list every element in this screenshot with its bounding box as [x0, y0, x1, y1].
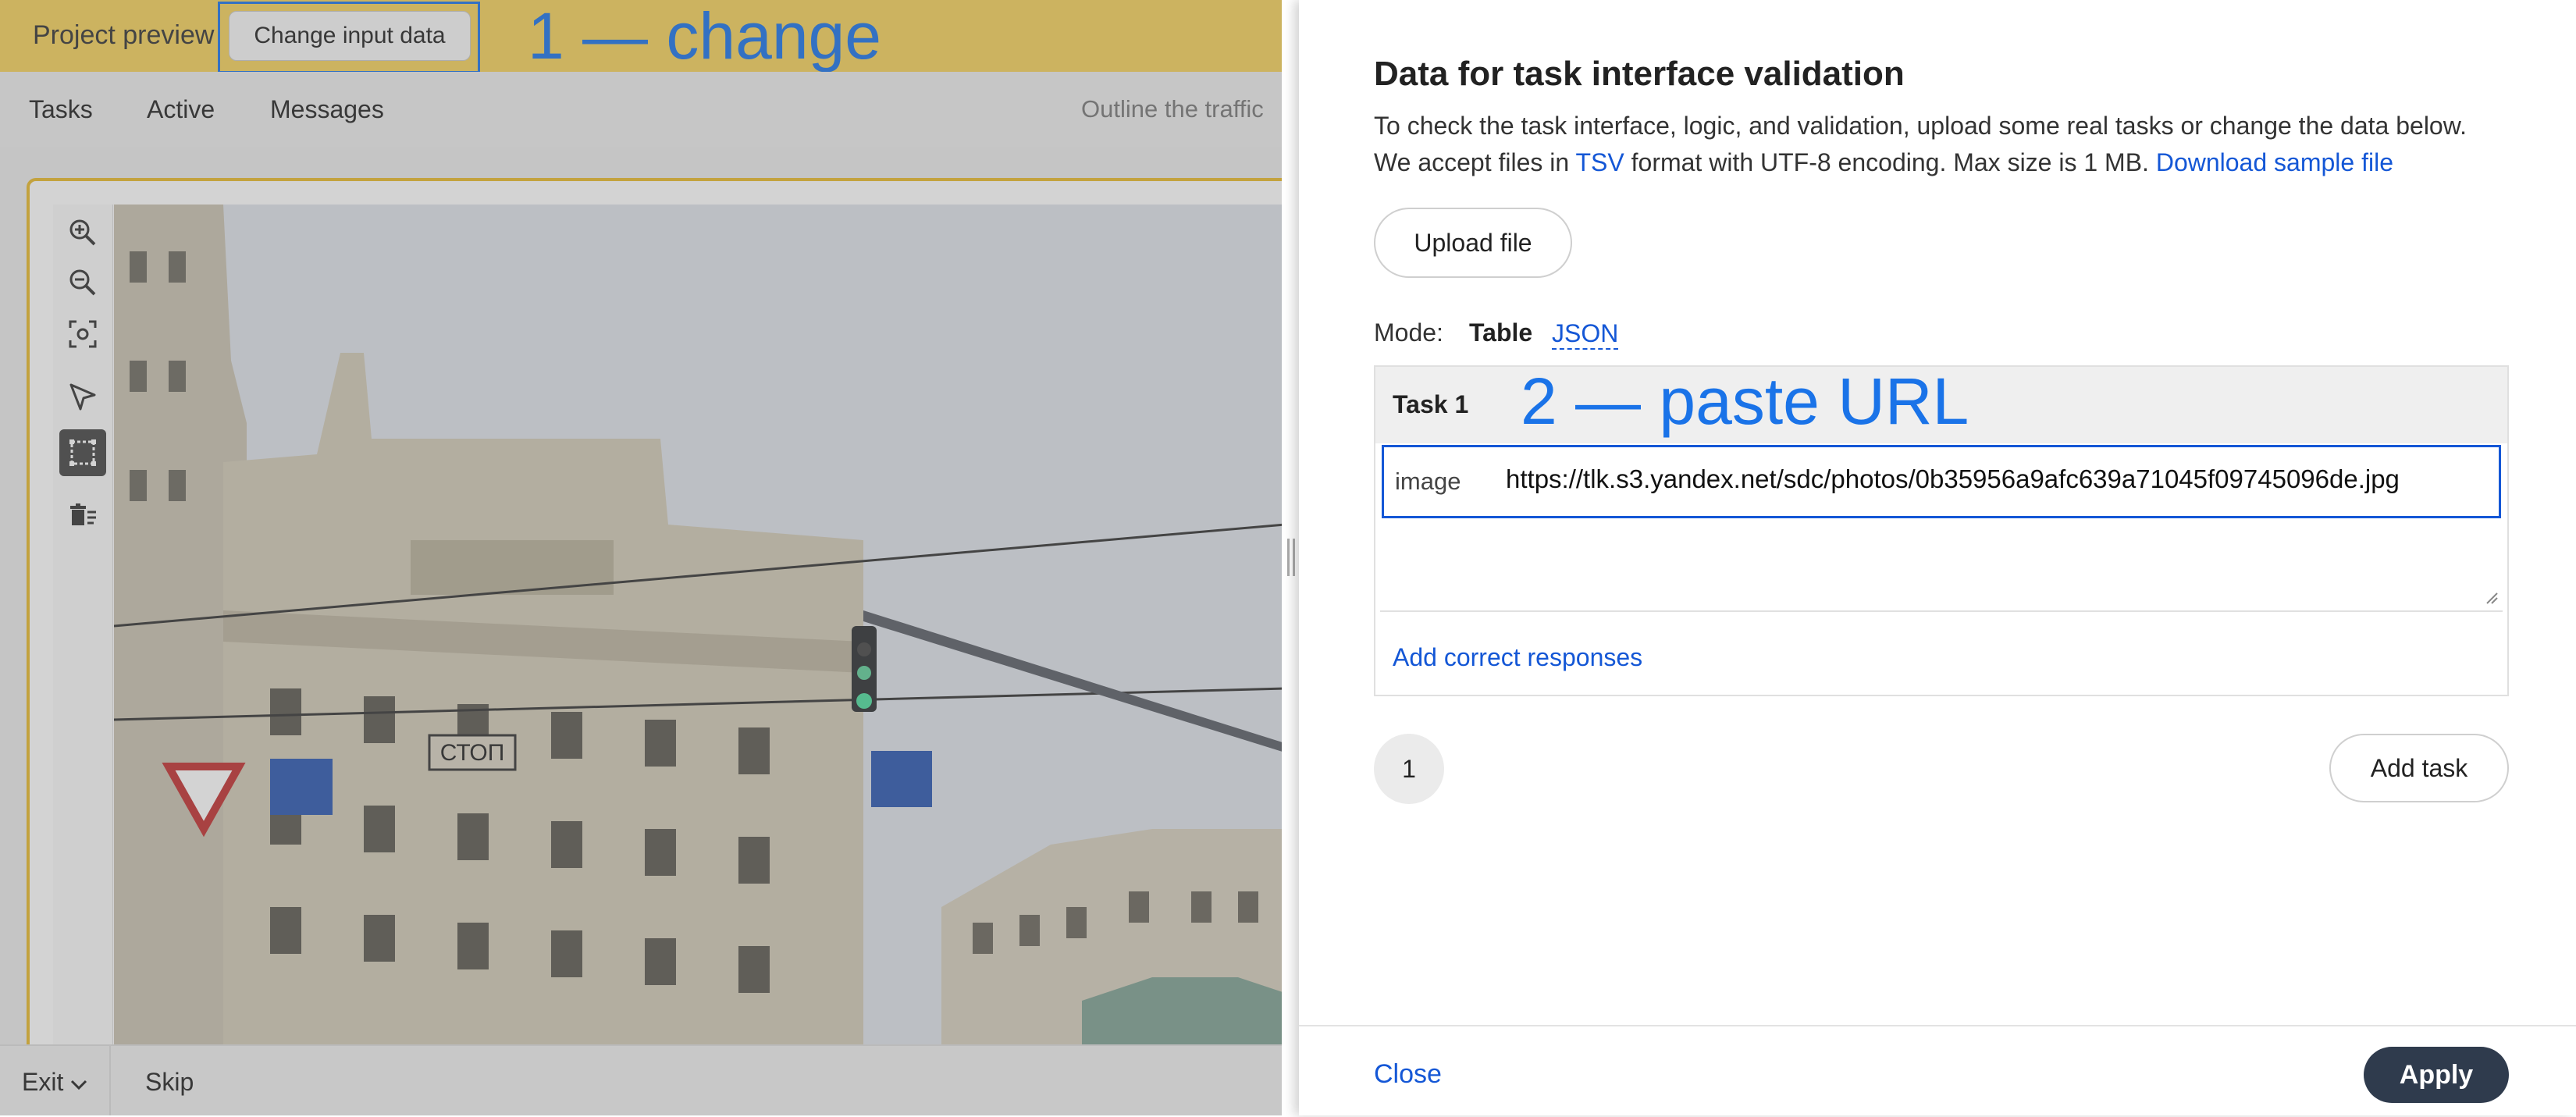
nav-active[interactable]: Active [147, 95, 215, 124]
zoom-out-icon[interactable] [64, 264, 101, 301]
apply-button[interactable]: Apply [2364, 1047, 2509, 1103]
nav-tasks[interactable]: Tasks [29, 95, 93, 124]
task-title: Task 1 [1393, 390, 1469, 418]
task-card: Task 1 2 — paste URL image https://tlk.s… [1374, 365, 2509, 696]
footer-divider [109, 1046, 111, 1115]
task-photo[interactable]: СТОП [114, 205, 1282, 1048]
task-header: Task 1 2 — paste URL [1375, 365, 2507, 443]
nav-messages[interactable]: Messages [270, 95, 384, 124]
image-url-field[interactable]: image https://tlk.s3.yandex.net/sdc/phot… [1382, 445, 2501, 518]
upload-file-button[interactable]: Upload file [1374, 208, 1572, 278]
preview-footer: Exit Skip [0, 1044, 1282, 1115]
mode-label: Mode: [1374, 318, 1443, 347]
image-url-value[interactable]: https://tlk.s3.yandex.net/sdc/photos/0b3… [1506, 464, 2400, 494]
tsv-link[interactable]: TSV [1576, 148, 1624, 176]
panel-footer: Close Apply [1299, 1025, 2576, 1117]
resize-grip-icon[interactable] [2484, 590, 2498, 604]
fit-to-screen-icon[interactable] [64, 315, 101, 353]
rectangle-tool-icon[interactable] [59, 429, 106, 476]
image-field-label: image [1395, 468, 1461, 495]
skip-button[interactable]: Skip [145, 1068, 194, 1097]
add-correct-responses-link[interactable]: Add correct responses [1393, 643, 1642, 672]
download-sample-link[interactable]: Download sample file [2156, 148, 2393, 176]
exit-button[interactable]: Exit [22, 1068, 87, 1097]
annotation-step-2: 2 — paste URL [1521, 365, 1969, 438]
add-task-button[interactable]: Add task [2329, 734, 2509, 802]
preview-topbar: Project preview Change input data 1 — ch… [0, 0, 1282, 73]
description-line-2-start: We accept files in [1374, 148, 1576, 176]
task-input-area[interactable]: image https://tlk.s3.yandex.net/sdc/phot… [1380, 443, 2503, 612]
input-data-panel: Data for task interface validation To ch… [1299, 0, 2576, 1115]
select-pointer-icon[interactable] [64, 378, 101, 415]
panel-resize-handle[interactable] [1287, 539, 1295, 576]
preview-nav: Tasks Active Messages Outline the traffi… [0, 72, 1282, 148]
project-preview-label: Project preview [33, 20, 215, 50]
mode-json-tab[interactable]: JSON [1552, 318, 1619, 350]
stop-sign-text: СТОП [440, 740, 505, 766]
change-input-data-button[interactable]: Change input data [229, 11, 471, 61]
zoom-in-icon[interactable] [64, 214, 101, 251]
mode-table-tab[interactable]: Table [1469, 318, 1532, 347]
delete-all-icon[interactable] [64, 496, 101, 534]
close-button[interactable]: Close [1374, 1059, 1442, 1090]
project-preview-area: Project preview Change input data 1 — ch… [0, 0, 1282, 1115]
annotation-toolbar [53, 205, 113, 1048]
task-instruction-text: Outline the traffic [1081, 95, 1264, 123]
panel-description: To check the task interface, logic, and … [1374, 108, 2560, 181]
task-page-number[interactable]: 1 [1374, 734, 1444, 804]
description-line-2-end: format with UTF-8 encoding. Max size is … [1624, 148, 2156, 176]
description-line-1: To check the task interface, logic, and … [1374, 112, 2467, 140]
annotation-step-1: 1 — change [528, 0, 881, 73]
chevron-down-icon [71, 1080, 87, 1090]
panel-title: Data for task interface validation [1374, 55, 1905, 93]
